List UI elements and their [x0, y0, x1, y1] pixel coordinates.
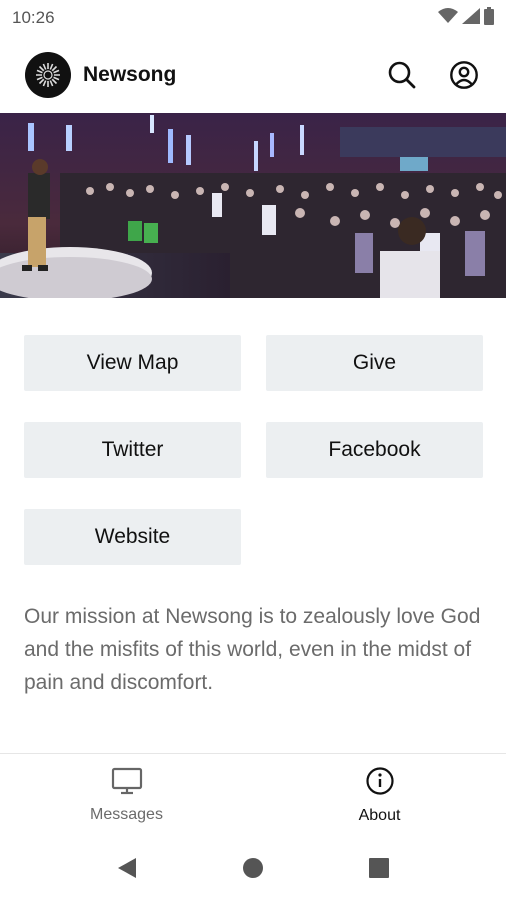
website-button[interactable]: Website: [24, 509, 241, 565]
home-icon[interactable]: [190, 857, 316, 879]
bottom-nav: Messages About: [0, 753, 506, 835]
status-time: 10:26: [12, 8, 55, 27]
nav-item-messages[interactable]: Messages: [0, 754, 253, 835]
app-header: Newsong: [0, 36, 506, 113]
nav-label-messages: Messages: [90, 806, 163, 823]
hero-image: [0, 113, 506, 298]
twitter-button[interactable]: Twitter: [24, 422, 241, 478]
nav-label-about: About: [358, 807, 401, 824]
account-icon[interactable]: [447, 58, 481, 92]
search-icon[interactable]: [385, 58, 419, 92]
mission-statement: Our mission at Newsong is to zealously l…: [24, 605, 481, 694]
recents-icon[interactable]: [316, 857, 442, 879]
worship-photo-icon: [0, 113, 506, 298]
give-button[interactable]: Give: [266, 335, 483, 391]
facebook-button[interactable]: Facebook: [266, 422, 483, 478]
view-map-button[interactable]: View Map: [24, 335, 241, 391]
wifi-icon: [438, 7, 458, 29]
system-nav-bar: [0, 835, 506, 900]
status-bar: 10:26: [0, 0, 506, 36]
tv-icon: [111, 767, 143, 800]
back-icon[interactable]: [64, 856, 190, 880]
battery-icon: [484, 6, 494, 30]
info-icon: [365, 766, 395, 801]
sunburst-logo-icon: [25, 51, 71, 98]
action-button-grid: View Map Give Twitter Facebook Website: [24, 335, 483, 565]
header-actions: [385, 58, 481, 92]
status-icons: [438, 6, 494, 30]
app-title: Newsong: [83, 62, 177, 86]
nav-item-about[interactable]: About: [253, 754, 506, 835]
cell-signal-icon: [462, 7, 480, 29]
